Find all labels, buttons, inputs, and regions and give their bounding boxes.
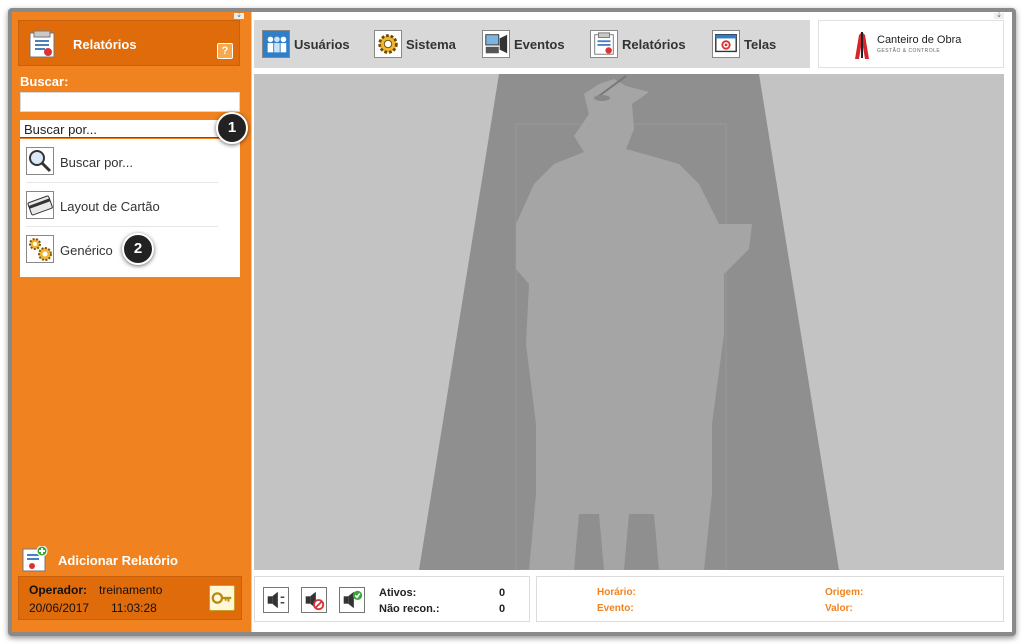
toolbar-label: Usuários — [294, 37, 350, 52]
dropdown-selected-value: Buscar por... — [24, 122, 97, 137]
events-icon — [482, 30, 510, 58]
active-count-label: Ativos: — [379, 587, 417, 599]
search-by-dropdown[interactable]: Buscar por... — [20, 120, 240, 138]
toolbar-label: Telas — [744, 37, 777, 52]
speaker-icon — [267, 591, 285, 609]
add-report-icon — [22, 546, 48, 572]
active-count-value: 0 — [499, 587, 506, 599]
speaker-muted-icon — [305, 591, 325, 611]
unrecognized-count-value: 0 — [499, 603, 506, 615]
app-window: ⇣ Relatórios ? Buscar: Buscar por... Bus… — [12, 12, 1012, 632]
audio-toggle-button[interactable] — [263, 587, 289, 613]
toolbar-label: Sistema — [406, 37, 456, 52]
toolbar-reports-button[interactable]: Relatórios — [590, 30, 700, 58]
operator-name: treinamento — [99, 583, 163, 597]
key-icon — [211, 592, 232, 604]
operator-panel: Operador: treinamento 20/06/2017 11:03:2… — [18, 576, 242, 620]
callout-badge-1: 1 — [216, 112, 248, 144]
add-report-button[interactable]: Adicionar Relatório — [22, 546, 242, 574]
sidebar: ⇣ Relatórios ? Buscar: Buscar por... Bus… — [12, 12, 252, 632]
toolbar-system-button[interactable]: Sistema — [374, 30, 474, 58]
sidebar-title: Relatórios — [73, 37, 137, 52]
dropdown-option-search[interactable]: Buscar por... — [26, 139, 218, 183]
logo-text: Canteiro de Obra — [877, 34, 962, 46]
mute-button[interactable] — [301, 587, 327, 613]
crane-logo-icon — [855, 32, 869, 59]
audio-ok-button[interactable] — [339, 587, 365, 613]
speaker-check-icon — [343, 590, 363, 609]
event-time-label: Horário: — [597, 587, 636, 598]
toolbar-label: Relatórios — [622, 37, 686, 52]
person-silhouette-placeholder — [419, 74, 839, 570]
event-name-label: Evento: — [597, 603, 634, 614]
toolbar-label: Eventos — [514, 37, 565, 52]
card-icon — [26, 191, 54, 219]
current-date: 20/06/2017 — [29, 601, 90, 615]
toolbar-events-button[interactable]: Eventos — [482, 30, 582, 58]
current-time: 11:03:28 — [111, 601, 157, 615]
reports-icon — [29, 30, 55, 58]
main-toolbar: Usuários Sistema Eventos Relatórios Tela… — [254, 20, 810, 68]
dropdown-option-label: Buscar por... — [60, 155, 133, 170]
camera-viewport — [254, 74, 1004, 570]
event-origin-label: Origem: — [825, 587, 864, 598]
dropdown-option-label: Genérico — [60, 243, 113, 258]
logo-subtext: GESTÃO & CONTROLE — [877, 48, 941, 54]
reports-icon — [590, 30, 618, 58]
add-report-label: Adicionar Relatório — [58, 553, 178, 568]
users-icon — [262, 30, 290, 58]
sidebar-header: Relatórios ? — [18, 20, 240, 66]
gears-icon — [26, 235, 54, 263]
sidebar-collapse-grip[interactable]: ⇣ — [234, 12, 244, 19]
toolbar-users-button[interactable]: Usuários — [262, 30, 362, 58]
magnifier-icon — [26, 147, 54, 175]
event-details-panel: Horário: Evento: Origem: Valor: — [536, 576, 1004, 622]
toolbar-collapse-grip[interactable]: ⇣ — [994, 12, 1004, 19]
logout-key-button[interactable] — [209, 585, 235, 611]
toolbar-screens-button[interactable]: Telas — [712, 30, 802, 58]
search-input[interactable] — [20, 92, 240, 112]
company-logo: Canteiro de Obra GESTÃO & CONTROLE — [818, 20, 1004, 68]
event-value-label: Valor: — [825, 603, 853, 614]
dropdown-option-label: Layout de Cartão — [60, 199, 160, 214]
search-label: Buscar: — [20, 74, 69, 89]
dropdown-option-card-layout[interactable]: Layout de Cartão — [26, 183, 218, 227]
gear-icon — [374, 30, 402, 58]
operator-label: Operador: — [29, 583, 88, 597]
callout-badge-2: 2 — [122, 233, 154, 265]
help-button[interactable]: ? — [217, 43, 233, 59]
unrecognized-count-label: Não recon.: — [379, 603, 440, 615]
status-panel: Ativos: 0 Não recon.: 0 — [254, 576, 530, 622]
screens-icon — [712, 30, 740, 58]
